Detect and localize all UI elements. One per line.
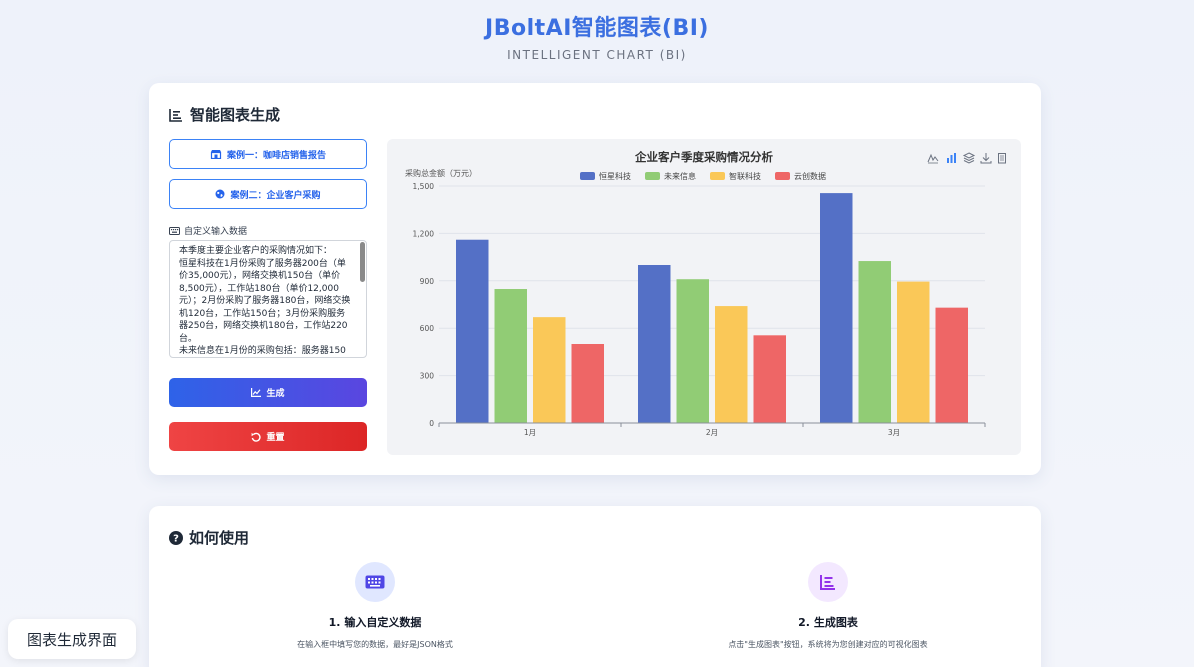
bar[interactable] xyxy=(456,239,489,423)
how-to-use-card: ? 如何使用 1. 输入自定义数据 在输入框中填写您的数据，最好是JSON格式 xyxy=(149,506,1041,667)
keyboard-icon xyxy=(169,226,180,235)
chart-bars-icon xyxy=(808,562,848,602)
step-generate-chart: 2. 生成图表 点击"生成图表"按钮，系统将为您创建对应的可视化图表 xyxy=(678,562,978,650)
generate-button[interactable]: 生成 xyxy=(169,378,367,407)
line-chart-toggle-icon[interactable] xyxy=(927,153,939,164)
legend-label[interactable]: 未来信息 xyxy=(664,171,696,181)
data-input-textarea[interactable] xyxy=(169,240,367,358)
keyboard-icon xyxy=(355,562,395,602)
help-title: ? 如何使用 xyxy=(169,527,249,548)
step1-title: 1. 输入自定义数据 xyxy=(328,616,422,629)
custom-data-label-text: 自定义输入数据 xyxy=(184,227,248,237)
step1-description: 在输入框中填写您的数据，最好是JSON格式 xyxy=(297,640,453,649)
legend-swatch[interactable] xyxy=(710,172,725,180)
legend-swatch[interactable] xyxy=(645,172,660,180)
reset-label: 重置 xyxy=(266,432,285,442)
textarea-scrollbar[interactable] xyxy=(360,242,365,282)
x-tick-label: 1月 xyxy=(524,428,536,437)
legend-swatch[interactable] xyxy=(775,172,790,180)
y-tick-label: 300 xyxy=(420,372,435,381)
chart-y-axis-label: 采购总金额（万元） xyxy=(405,168,477,178)
app-title: JBoltAI智能图表(BI) xyxy=(485,16,709,41)
example1-button[interactable]: 案例一：咖啡店销售报告 xyxy=(169,139,367,169)
bar[interactable] xyxy=(533,317,566,423)
question-circle-icon: ? xyxy=(169,530,183,545)
y-tick-label: 1,200 xyxy=(413,229,435,238)
chart-panel: 企业客户季度采购情况分析 采购总金额（万元） 恒星科技 未来信息 智联科技 云创数据 … xyxy=(387,139,1021,455)
section-title-label: 智能图表生成 xyxy=(190,106,281,124)
x-tick-label: 2月 xyxy=(706,428,718,437)
bar[interactable] xyxy=(753,335,787,423)
x-tick-label: 3月 xyxy=(888,428,900,437)
custom-data-label: 自定义输入数据 xyxy=(169,224,247,237)
data-view-icon[interactable] xyxy=(998,153,1006,164)
reset-button[interactable]: 重置 xyxy=(169,422,367,451)
bar[interactable] xyxy=(676,279,710,423)
chart-y-ticks: 0 300 600 900 1,200 1,500 xyxy=(413,182,435,428)
chart-bars xyxy=(456,193,968,423)
bar[interactable] xyxy=(494,289,528,423)
step-input-data: 1. 输入自定义数据 在输入框中填写您的数据，最好是JSON格式 xyxy=(225,562,525,650)
globe-icon xyxy=(215,189,225,199)
legend-label[interactable]: 云创数据 xyxy=(794,171,826,181)
bar[interactable] xyxy=(935,307,969,423)
svg-text:?: ? xyxy=(173,533,179,544)
line-chart-icon xyxy=(251,388,262,397)
chart-x-axis: 1月 2月 3月 xyxy=(438,422,986,437)
example2-button[interactable]: 案例二：企业客户采购 xyxy=(169,179,367,209)
page-header: JBoltAI智能图表(BI) INTELLIGENT CHART (BI) xyxy=(0,10,1194,62)
help-title-label: 如何使用 xyxy=(189,529,250,547)
section-title: 智能图表生成 xyxy=(169,104,280,125)
bar-chart-toggle-icon[interactable] xyxy=(947,153,956,163)
chart-legend: 恒星科技 未来信息 智联科技 云创数据 xyxy=(580,171,826,181)
y-tick-label: 900 xyxy=(420,277,435,286)
example1-label: 案例一：咖啡店销售报告 xyxy=(226,149,326,160)
step2-description: 点击"生成图表"按钮，系统将为您创建对应的可视化图表 xyxy=(728,640,928,649)
y-tick-label: 600 xyxy=(420,324,435,333)
bar[interactable] xyxy=(897,281,930,423)
bar-chart: 企业客户季度采购情况分析 采购总金额（万元） 恒星科技 未来信息 智联科技 云创数据 … xyxy=(405,150,1006,437)
stack-icon[interactable] xyxy=(962,152,976,164)
generate-label: 生成 xyxy=(266,388,285,398)
y-tick-label: 0 xyxy=(429,419,434,428)
bar[interactable] xyxy=(638,265,671,423)
y-tick-label: 1,500 xyxy=(413,182,435,191)
store-icon xyxy=(210,150,222,159)
figure-caption: 图表生成界面 xyxy=(8,619,136,659)
legend-label[interactable]: 恒星科技 xyxy=(599,171,631,181)
bar[interactable] xyxy=(820,193,853,423)
legend-label[interactable]: 智联科技 xyxy=(729,171,761,181)
bar[interactable] xyxy=(571,344,605,423)
app-subtitle: INTELLIGENT CHART (BI) xyxy=(507,48,687,62)
chart-generator-card: 智能图表生成 案例一：咖啡店销售报告 案例二：企业客户采购 自定义输入数据 本季… xyxy=(149,83,1041,475)
chart-title: 企业客户季度采购情况分析 xyxy=(634,150,773,164)
legend-swatch[interactable] xyxy=(580,172,595,180)
example2-label: 案例二：企业客户采购 xyxy=(230,189,321,200)
step2-title: 2. 生成图表 xyxy=(798,616,858,629)
chart-bars-icon xyxy=(169,108,182,122)
download-icon[interactable] xyxy=(980,153,992,164)
chart-toolbox xyxy=(927,152,1006,164)
bar[interactable] xyxy=(715,306,748,423)
bar[interactable] xyxy=(858,261,892,423)
undo-icon xyxy=(252,432,262,442)
